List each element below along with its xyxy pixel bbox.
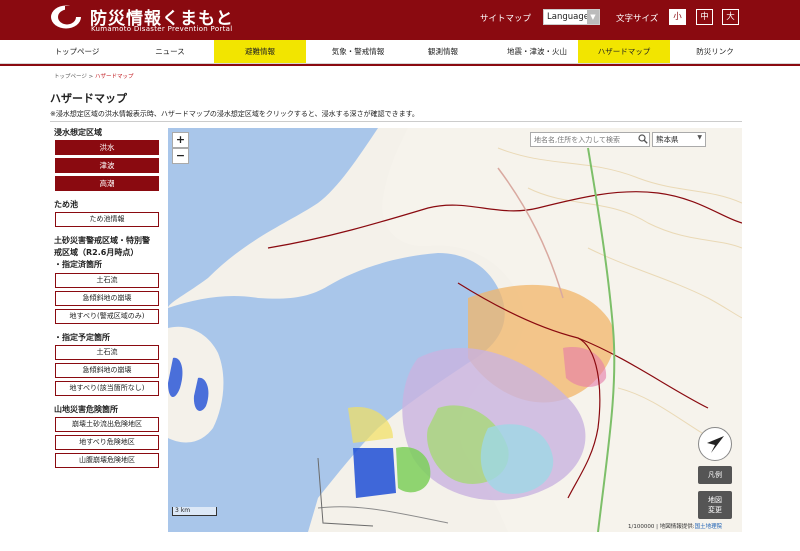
font-size-medium-button[interactable]: 中 <box>696 9 713 25</box>
site-subtitle: Kumamoto Disaster Prevention Portal <box>91 25 233 33</box>
sitemap-link[interactable]: サイトマップ <box>480 12 531 24</box>
language-select[interactable]: Language ▼ <box>543 9 600 25</box>
mountain-collapse-runoff-button[interactable]: 崩壊土砂流出危険地区 <box>55 417 159 432</box>
sediment-heading-line1: 土砂災害警戒区域・特別警 <box>54 236 150 245</box>
font-size-label: 文字サイズ <box>616 14 659 24</box>
change-map-button[interactable]: 地図 変更 <box>698 491 732 519</box>
chevron-down-icon: ▼ <box>587 10 599 24</box>
zoom-out-button[interactable]: − <box>172 148 189 164</box>
nav-weather[interactable]: 気象・警戒情報 <box>316 40 400 63</box>
pond-heading: ため池 <box>54 200 78 209</box>
designated-heading: ・指定済箇所 <box>54 260 102 269</box>
font-size-large-button[interactable]: 大 <box>722 9 739 25</box>
prefecture-select[interactable]: 熊本県 ▼ <box>652 132 706 147</box>
planned-steep-slope-button[interactable]: 急傾斜地の崩壊 <box>55 363 159 378</box>
legend-button[interactable]: 凡例 <box>698 466 732 484</box>
nav-news[interactable]: ニュース <box>140 40 200 63</box>
hazard-map[interactable] <box>168 128 742 532</box>
sediment-heading-line2: 戒区域（R2.6月時点） <box>54 248 139 257</box>
map-scale-bar: 3 km <box>172 507 217 516</box>
notice-text: ※浸水想定区域の洪水情報表示時、ハザードマップの浸水想定区域をクリックすると、浸… <box>50 110 419 118</box>
change-map-label-line1: 地図 <box>708 496 722 504</box>
logo-icon[interactable] <box>50 4 84 30</box>
designated-steep-slope-button[interactable]: 急傾斜地の崩壊 <box>55 291 159 306</box>
mountain-landslide-button[interactable]: 地すべり危険地区 <box>55 435 159 450</box>
flood-tsunami-button[interactable]: 津波 <box>55 158 159 173</box>
nav-top[interactable]: トップページ <box>50 40 104 63</box>
flood-storm-surge-button[interactable]: 高潮 <box>55 176 159 191</box>
breadcrumb-current: ハザードマップ <box>95 74 134 80</box>
divider <box>50 121 742 122</box>
nav-divider <box>0 64 800 66</box>
prefecture-value: 熊本県 <box>656 135 679 144</box>
chevron-down-icon: ▼ <box>697 134 702 141</box>
language-value: Language <box>547 12 589 22</box>
breadcrumb: トップページ > ハザードマップ <box>54 72 134 80</box>
mountain-heading: 山地災害危険箇所 <box>54 405 118 414</box>
map-canvas[interactable] <box>168 128 742 532</box>
site-header: 防災情報くまもと Kumamoto Disaster Prevention Po… <box>0 0 800 40</box>
location-button[interactable] <box>698 427 732 461</box>
planned-debris-flow-button[interactable]: 土石流 <box>55 345 159 360</box>
nav-hazard-map[interactable]: ハザードマップ <box>578 40 670 63</box>
pond-info-button[interactable]: ため池情報 <box>55 212 159 227</box>
map-attribution: 1/100000 | 地図情報提供:国土地理院 <box>628 524 723 530</box>
location-arrow-icon <box>707 436 724 453</box>
change-map-label-line2: 変更 <box>708 506 722 514</box>
mountain-slope-collapse-button[interactable]: 山腹崩壊危険地区 <box>55 453 159 468</box>
designated-landslide-button[interactable]: 地すべり(警戒区域のみ) <box>55 309 159 324</box>
nav-observation[interactable]: 観測情報 <box>408 40 478 63</box>
nav-earthquake[interactable]: 地震・津波・火山 <box>494 40 580 63</box>
breadcrumb-home[interactable]: トップページ <box>54 74 87 80</box>
search-icon[interactable] <box>638 134 648 144</box>
nav-links[interactable]: 防災リンク <box>680 40 750 63</box>
map-search-input[interactable] <box>530 132 650 147</box>
breadcrumb-separator: > <box>86 74 95 80</box>
zoom-in-button[interactable]: + <box>172 132 189 148</box>
nav-evacuation[interactable]: 避難情報 <box>214 40 306 63</box>
flood-river-button[interactable]: 洪水 <box>55 140 159 155</box>
planned-landslide-button[interactable]: 地すべり(該当箇所なし) <box>55 381 159 396</box>
planned-heading: ・指定予定箇所 <box>54 333 110 342</box>
page-title: ハザードマップ <box>50 92 127 105</box>
designated-debris-flow-button[interactable]: 土石流 <box>55 273 159 288</box>
global-nav: トップページ ニュース 避難情報 気象・警戒情報 観測情報 地震・津波・火山 ハ… <box>0 40 800 64</box>
attribution-link[interactable]: 国土地理院 <box>695 524 723 530</box>
scale-ratio: 1/100000 <box>628 524 655 530</box>
attribution-label: 地図情報提供: <box>659 524 695 530</box>
font-size-small-button[interactable]: 小 <box>669 9 686 25</box>
flood-heading: 浸水想定区域 <box>54 128 102 137</box>
